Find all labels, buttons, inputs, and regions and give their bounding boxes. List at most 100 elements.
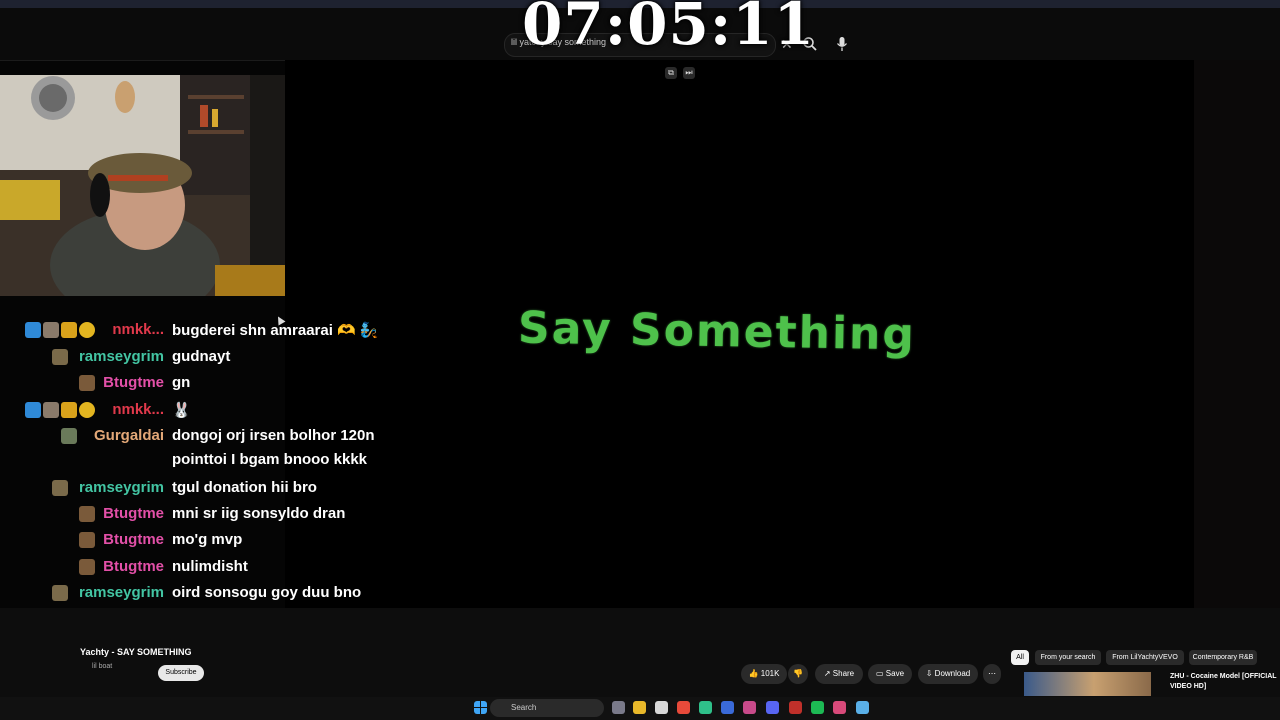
- more-actions-button[interactable]: ⋯: [983, 664, 1001, 684]
- badge-icon: [79, 402, 95, 418]
- badge-icon: [52, 480, 68, 496]
- chat-message-text: bugderei shn amraarai 🫶 🧞: [172, 322, 379, 339]
- chat-badges: [25, 322, 95, 338]
- share-icon: ↗: [823, 669, 831, 678]
- notepad-icon[interactable]: [856, 701, 869, 714]
- opera-icon[interactable]: [789, 701, 802, 714]
- chat-message: nmkk... 🐰: [0, 398, 420, 424]
- badge-icon: [43, 322, 59, 338]
- task-view-icon[interactable]: [612, 701, 625, 714]
- badge-icon: [25, 402, 41, 418]
- chip-from-your-search[interactable]: From your search: [1035, 650, 1101, 665]
- share-button[interactable]: ↗ Share: [815, 664, 863, 684]
- chat-badges: [79, 559, 95, 575]
- badge-icon: [79, 375, 95, 391]
- chat-message-text: mo'g mvp: [172, 531, 243, 548]
- chat-badges: [52, 480, 68, 496]
- chat-message-text: gn: [172, 374, 191, 391]
- badge-icon: [25, 322, 41, 338]
- vscode-icon[interactable]: [721, 701, 734, 714]
- chat-message: Gurgaldai dongoj orj irsen bolhor 120n poi…: [0, 424, 420, 468]
- chrome-icon[interactable]: [677, 701, 690, 714]
- chip-all[interactable]: All: [1011, 650, 1029, 665]
- badge-icon: [79, 532, 95, 548]
- related-video-thumbnail[interactable]: [1024, 672, 1151, 696]
- thumbs-up-icon: 👍: [748, 669, 759, 678]
- chat-username[interactable]: Btugtme: [103, 505, 164, 522]
- chat-message-text: gudnayt: [172, 348, 231, 365]
- chat-message: Btugtme nulimdisht: [0, 555, 420, 581]
- badge-icon: [61, 322, 77, 338]
- chat-badges: [25, 402, 95, 418]
- subscribe-button[interactable]: Subscribe: [158, 665, 204, 681]
- chat-badges: [52, 349, 68, 365]
- like-button[interactable]: 👍 101K: [741, 664, 787, 684]
- related-video-title[interactable]: ZHU - Cocaine Model [OFFICIAL VIDEO HD]: [1170, 672, 1278, 692]
- chat-username[interactable]: Btugtme: [103, 558, 164, 575]
- chat-username[interactable]: ramseygrim: [79, 479, 164, 496]
- chat-message-text: nulimdisht: [172, 558, 248, 575]
- video-title: Yachty - SAY SOMETHING: [80, 647, 192, 657]
- download-icon: ⇩: [925, 669, 933, 678]
- webcam-overlay: [0, 75, 285, 296]
- badge-icon: [79, 322, 95, 338]
- chat-message: ramseygrim tgul donation hii bro: [0, 476, 420, 502]
- save-label: Save: [885, 669, 905, 678]
- video-title-art: Say Something: [517, 302, 917, 361]
- chat-badges: [79, 532, 95, 548]
- game2-icon[interactable]: [833, 701, 846, 714]
- dislike-button[interactable]: 👎: [788, 664, 808, 684]
- file-explorer-icon[interactable]: [633, 701, 646, 714]
- badge-icon: [52, 585, 68, 601]
- chat-badges: [79, 506, 95, 522]
- chat-username[interactable]: nmkk...: [112, 321, 164, 338]
- stream-timer: 07:05:11: [522, 0, 815, 58]
- badge-icon: [79, 506, 95, 522]
- download-label: Download: [934, 669, 971, 678]
- channel-name[interactable]: lil boat: [92, 663, 112, 670]
- taskbar-search-label: Search: [511, 703, 537, 712]
- chat-message: nmkk... bugderei shn amraarai 🫶 🧞: [0, 318, 420, 344]
- spotify-icon[interactable]: [811, 701, 824, 714]
- chat-message: Btugtme mo'g mvp: [0, 528, 420, 554]
- badge-icon: [79, 559, 95, 575]
- app-icon[interactable]: [699, 701, 712, 714]
- thumbs-down-icon: 👎: [793, 669, 803, 678]
- chat-username[interactable]: ramseygrim: [79, 348, 164, 365]
- download-button[interactable]: ⇩ Download: [918, 664, 978, 684]
- badge-icon: [61, 428, 77, 444]
- chat-message-text: 🐰: [172, 402, 191, 419]
- taskbar-search[interactable]: [490, 699, 604, 717]
- chat-message: Btugtme gn: [0, 371, 420, 397]
- chat-message-text: mni sr iig sonsyldo dran: [172, 505, 346, 522]
- chat-username[interactable]: Btugtme: [103, 531, 164, 548]
- badge-icon: [52, 349, 68, 365]
- chat-username[interactable]: Btugtme: [103, 374, 164, 391]
- chat-message: ramseygrim gudnayt: [0, 345, 420, 371]
- chat-message-text: oird sonsogu goy duu bno: [172, 584, 362, 601]
- windows-start-icon[interactable]: [474, 701, 487, 714]
- game-icon[interactable]: [743, 701, 756, 714]
- chat-message: Btugtme mni sr iig sonsyldo dran: [0, 502, 420, 528]
- discord-icon[interactable]: [766, 701, 779, 714]
- chat-badges: [52, 585, 68, 601]
- microphone-icon[interactable]: [836, 36, 848, 52]
- like-count: 101K: [760, 669, 780, 678]
- chip-from-channel[interactable]: From LilYachtyVEVO: [1106, 650, 1184, 665]
- badge-icon: [43, 402, 59, 418]
- share-label: Share: [832, 669, 855, 678]
- chat-message-text-continued: pointtoi I bgam bnooo kkkk: [172, 451, 367, 468]
- chat-message-text: tgul donation hii bro: [172, 479, 317, 496]
- chat-username[interactable]: Gurgaldai: [94, 427, 164, 444]
- chip-contemporary-rnb[interactable]: Contemporary R&B: [1189, 650, 1257, 665]
- save-button[interactable]: ▭ Save: [868, 664, 912, 684]
- badge-icon: [61, 402, 77, 418]
- store-icon[interactable]: [655, 701, 668, 714]
- chat-badges: [61, 428, 77, 444]
- chat-badges: [79, 375, 95, 391]
- chat-username[interactable]: nmkk...: [112, 401, 164, 418]
- chat-username[interactable]: ramseygrim: [79, 584, 164, 601]
- skip-icon[interactable]: ⏭: [683, 67, 695, 79]
- chat-message-text: dongoj orj irsen bolhor 120n: [172, 427, 375, 444]
- miniplayer-icon[interactable]: ⧉: [665, 67, 677, 79]
